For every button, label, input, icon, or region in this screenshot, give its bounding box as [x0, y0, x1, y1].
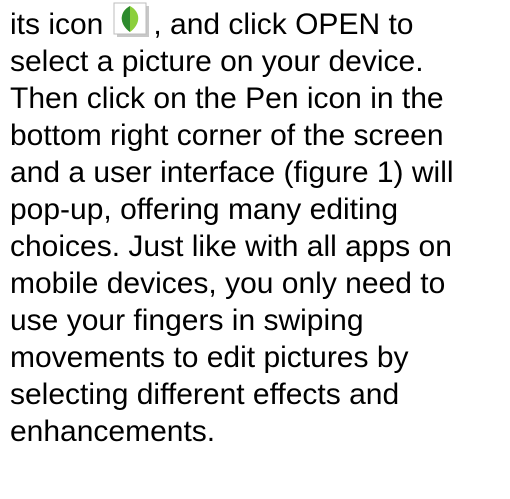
text-line-6: pop-up, offering many editing — [10, 193, 399, 226]
text-line-10: movements to edit pictures by — [10, 341, 409, 374]
text-line-2: select a picture on your device. — [10, 45, 424, 78]
text-line-11: selecting different effects and — [10, 378, 400, 411]
text-after-icon: , and click OPEN to — [153, 8, 414, 41]
text-line-7: choices. Just like with all apps on — [10, 230, 452, 263]
document-body: its icon , and click OPEN to select a pi… — [10, 2, 505, 450]
text-line-12: enhancements. — [10, 415, 216, 448]
text-line-5: and a user interface (figure 1) will — [10, 156, 454, 189]
text-line-3: Then click on the Pen icon in the — [10, 82, 444, 115]
text-line-4: bottom right corner of the screen — [10, 119, 444, 152]
snapseed-app-icon — [111, 2, 151, 38]
text-before-icon: its icon — [10, 8, 104, 41]
text-line-9: use your fingers in swiping — [10, 304, 364, 337]
text-line-8: mobile devices, you only need to — [10, 267, 446, 300]
text-line-1: its icon , and click OPEN to — [10, 2, 505, 43]
